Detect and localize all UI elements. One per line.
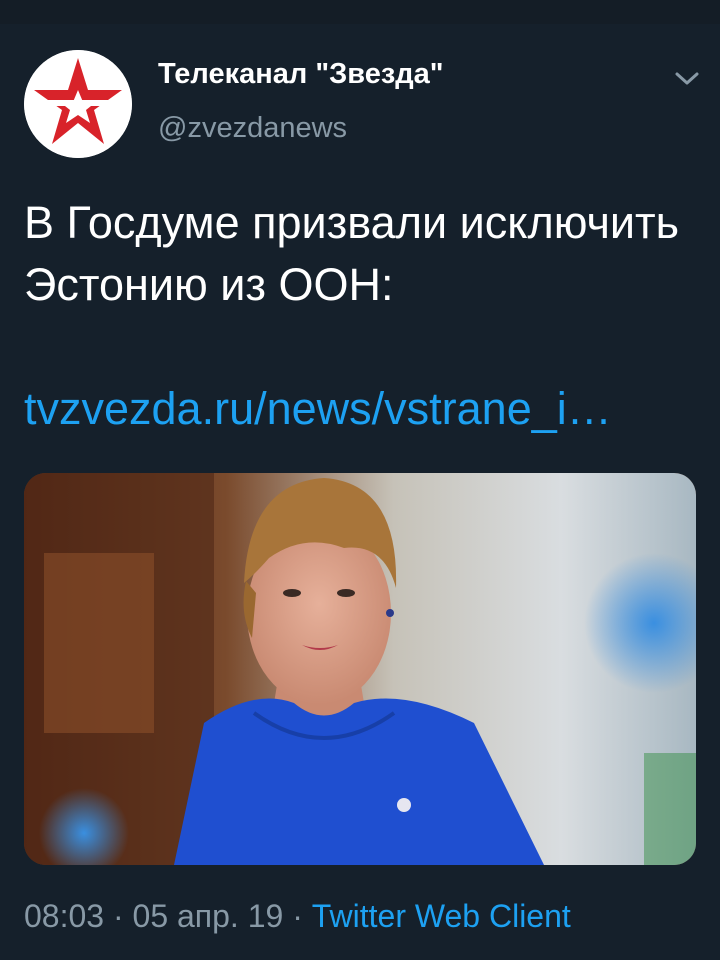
tweet-meta: 08:03 · 05 апр. 19 · Twitter Web Client bbox=[24, 898, 571, 935]
chevron-down-icon[interactable] bbox=[672, 66, 702, 90]
author-name[interactable]: Телеканал "Звезда" bbox=[158, 58, 444, 91]
tweet-media-image[interactable] bbox=[24, 473, 696, 865]
author-handle[interactable]: @zvezdanews bbox=[158, 112, 347, 145]
tweet-link[interactable]: tvzvezda.ru/news/vstrane_i… bbox=[24, 378, 694, 440]
status-bar bbox=[0, 0, 720, 24]
meta-separator: · bbox=[112, 898, 124, 934]
meta-separator: · bbox=[292, 898, 303, 934]
avatar[interactable] bbox=[24, 50, 132, 158]
tweet-client-link[interactable]: Twitter Web Client bbox=[312, 898, 571, 934]
tweet-time: 08:03 bbox=[24, 898, 105, 934]
red-star-logo-icon bbox=[24, 50, 132, 158]
tweet-date: 05 апр. 19 bbox=[132, 898, 284, 934]
tweet-text: В Госдуме призвали исключить Эстонию из … bbox=[24, 197, 680, 310]
